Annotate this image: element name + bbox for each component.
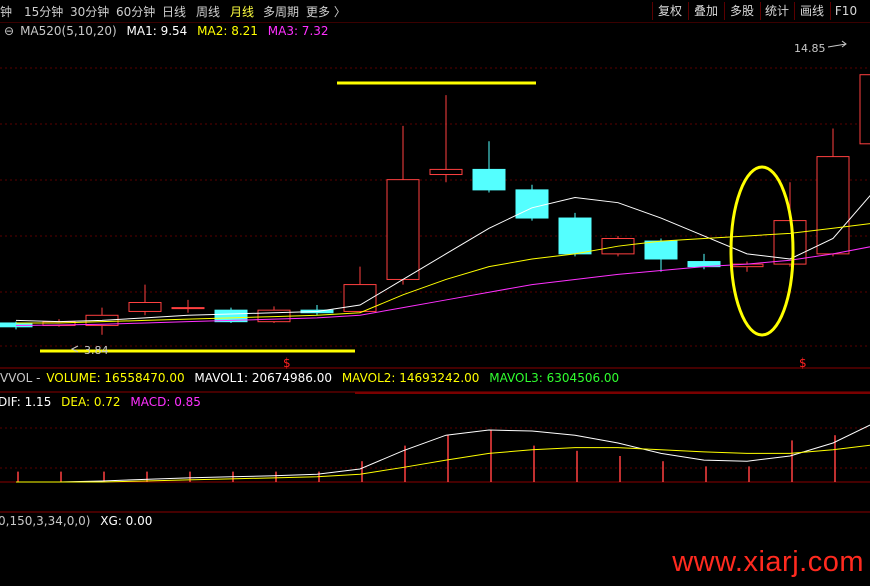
candle-body [429,168,463,176]
watermark: www.xiarj.com [672,546,864,578]
signal-marker-s: $ [799,356,807,370]
candle-body [515,189,549,219]
candle-body [558,217,592,255]
signal-marker-s: $ [283,356,291,370]
dea-value: DEA: 0.72 [61,395,121,409]
mavol2-value: MAVOL2: 14693242.00 [341,371,480,385]
candle-body [386,179,420,280]
kline-chart[interactable]: $ $ [0,0,870,586]
candle-body [0,322,33,328]
candle-body [644,240,678,260]
macd-legend: DIF: 1.15 DEA: 0.72 MACD: 0.85 [0,395,207,409]
candle-body [472,168,506,191]
macd-group [16,424,870,483]
candle-body [816,156,850,255]
mavol3-value: MAVOL3: 6304506.00 [489,371,620,385]
ma1-line [15,195,870,323]
candle-body [171,307,205,310]
low-price-label: 3.84 [84,344,109,357]
high-price-label: 14.85 [794,42,826,55]
xg-value: XG: 0.00 [100,514,153,528]
candle-body [128,301,162,312]
xg-params[interactable]: 0,150,3,34,0,0) [0,514,90,528]
candle-body [859,74,870,145]
dif-value: DIF: 1.15 [0,395,52,409]
volume-legend: VVOL - VOLUME: 16558470.00 MAVOL1: 20674… [0,371,625,385]
mavol1-value: MAVOL1: 20674986.00 [194,371,332,385]
high-arrow-icon [827,40,847,48]
volume-value: VOLUME: 16558470.00 [46,371,185,385]
macd-value: MACD: 0.85 [130,395,201,409]
dif-line [16,424,870,483]
dea-line [16,444,870,483]
vol-indicator-name[interactable]: VVOL - [0,371,40,385]
xg-legend: 0,150,3,34,0,0) XG: 0.00 [0,514,158,528]
